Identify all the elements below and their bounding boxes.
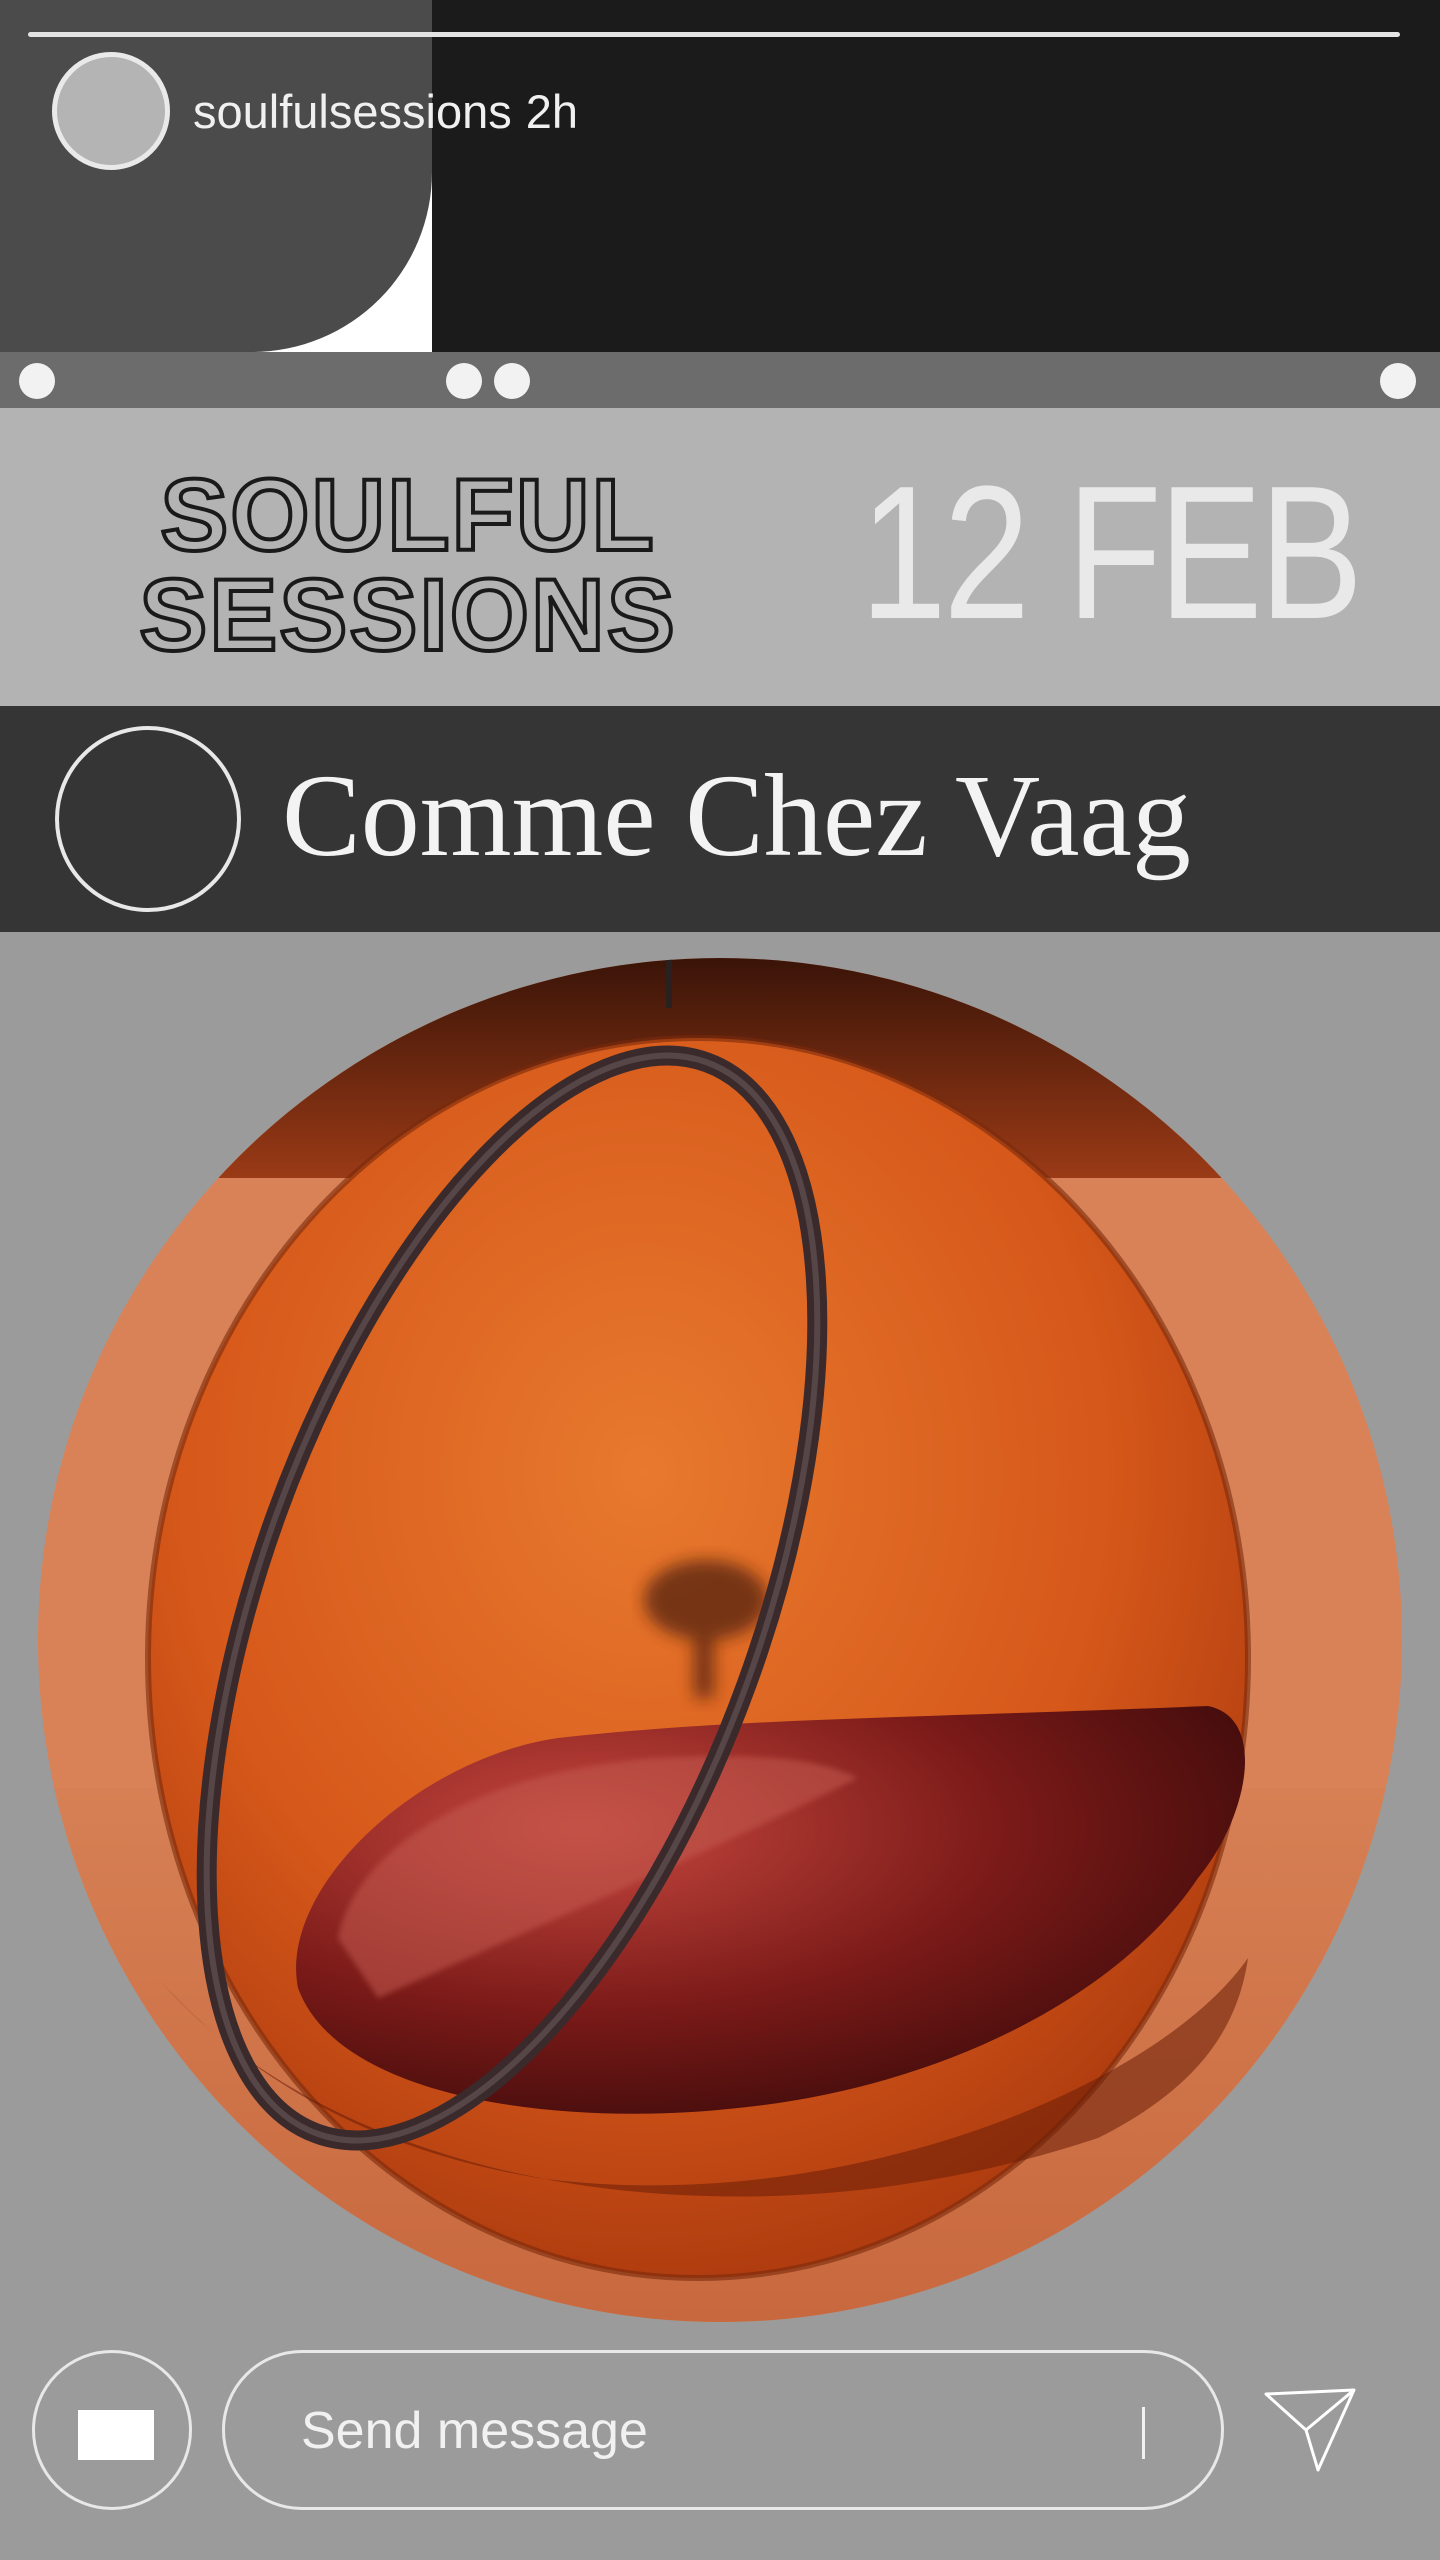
story-user-meta: soulfulsessions 2h <box>193 88 578 135</box>
logo-line2: SESSIONS <box>139 558 677 670</box>
camera-button[interactable] <box>32 2350 192 2510</box>
dot <box>1380 363 1416 399</box>
story-header: soulfulsessions 2h <box>0 0 1440 352</box>
event-artwork <box>38 958 1402 2322</box>
message-placeholder: Send message <box>301 2402 648 2460</box>
dot <box>19 363 55 399</box>
send-icon[interactable] <box>1262 2384 1358 2474</box>
event-logo: SOULFUL SESSIONS <box>137 456 677 670</box>
story-progress-bar <box>28 32 1400 37</box>
text-caret <box>1142 2407 1145 2459</box>
post-age: 2h <box>525 85 578 138</box>
avatar[interactable] <box>52 52 170 170</box>
message-input[interactable]: Send message <box>222 2350 1224 2510</box>
venue-band: Comme Chez Vaag <box>0 706 1440 932</box>
venue-name: Comme Chez Vaag <box>282 750 1191 881</box>
venue-circle <box>55 726 241 912</box>
dot <box>494 363 530 399</box>
dots-bar <box>0 352 1440 408</box>
event-title-band: SOULFUL SESSIONS 12 FEB <box>0 408 1440 706</box>
username[interactable]: soulfulsessions <box>193 85 512 138</box>
logo-line1: SOULFUL <box>160 458 656 572</box>
header-accent-fill <box>0 0 432 352</box>
dot <box>446 363 482 399</box>
event-date: 12 FEB <box>860 447 1363 659</box>
camera-icon <box>78 2410 154 2460</box>
